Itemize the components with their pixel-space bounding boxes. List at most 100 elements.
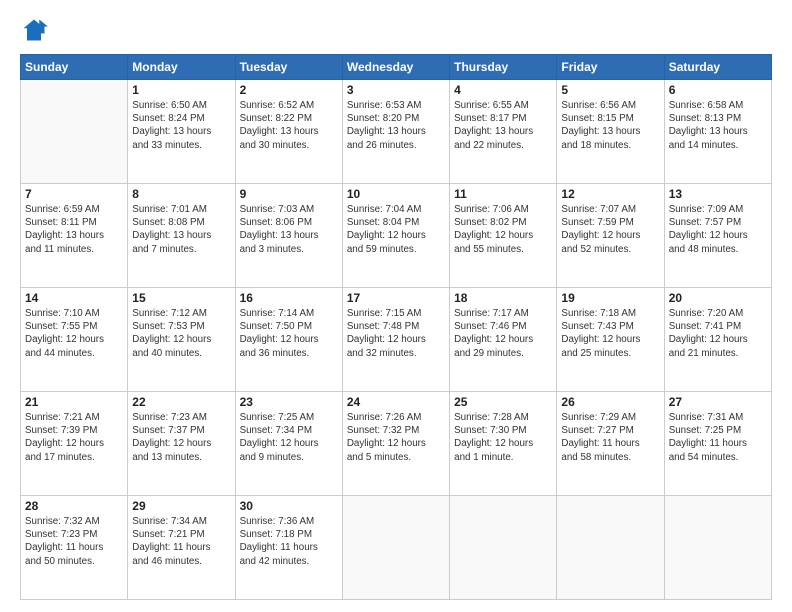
day-header-saturday: Saturday: [664, 55, 771, 80]
day-info: Sunrise: 7:01 AMSunset: 8:08 PMDaylight:…: [132, 203, 230, 256]
calendar-week-row: 21Sunrise: 7:21 AMSunset: 7:39 PMDayligh…: [21, 392, 772, 496]
day-info: Sunrise: 7:18 AMSunset: 7:43 PMDaylight:…: [561, 307, 659, 360]
day-number: 11: [454, 187, 552, 201]
calendar-cell: 16 Sunrise: 7:14 AMSunset: 7:50 PMDayligh…: [235, 288, 342, 392]
day-number: 16: [240, 291, 338, 305]
day-number: 5: [561, 83, 659, 97]
calendar-cell: 23 Sunrise: 7:25 AMSunset: 7:34 PMDayligh…: [235, 392, 342, 496]
day-number: 12: [561, 187, 659, 201]
calendar-cell: 27Sunrise: 7:31 AMSunset: 7:25 PMDayligh…: [664, 392, 771, 496]
day-info: Sunrise: 7:34 AMSunset: 7:21 PMDaylight:…: [132, 515, 230, 568]
day-number: 9: [240, 187, 338, 201]
day-number: 27: [669, 395, 767, 409]
day-info: Sunrise: 6:50 AMSunset: 8:24 PMDaylight:…: [132, 99, 230, 152]
day-number: 23: [240, 395, 338, 409]
day-info: Sunrise: 7:17 AMSunset: 7:46 PMDaylight:…: [454, 307, 552, 360]
calendar-cell: 30Sunrise: 7:36 AMSunset: 7:18 PMDayligh…: [235, 496, 342, 600]
calendar-table: SundayMondayTuesdayWednesdayThursdayFrid…: [20, 54, 772, 600]
day-number: 24: [347, 395, 445, 409]
calendar-cell: 19 Sunrise: 7:18 AMSunset: 7:43 PMDayligh…: [557, 288, 664, 392]
day-number: 14: [25, 291, 123, 305]
calendar-cell: 20 Sunrise: 7:20 AMSunset: 7:41 PMDayligh…: [664, 288, 771, 392]
calendar-cell: 11 Sunrise: 7:06 AMSunset: 8:02 PMDayligh…: [450, 184, 557, 288]
day-number: 21: [25, 395, 123, 409]
day-header-thursday: Thursday: [450, 55, 557, 80]
day-number: 28: [25, 499, 123, 513]
day-info: Sunrise: 6:53 AMSunset: 8:20 PMDaylight:…: [347, 99, 445, 152]
calendar-cell: 26 Sunrise: 7:29 AMSunset: 7:27 PMDayligh…: [557, 392, 664, 496]
day-number: 22: [132, 395, 230, 409]
calendar-cell: 14 Sunrise: 7:10 AMSunset: 7:55 PMDayligh…: [21, 288, 128, 392]
day-number: 25: [454, 395, 552, 409]
day-number: 2: [240, 83, 338, 97]
day-info: Sunrise: 7:29 AMSunset: 7:27 PMDaylight:…: [561, 411, 659, 464]
day-number: 10: [347, 187, 445, 201]
day-info: Sunrise: 6:56 AMSunset: 8:15 PMDaylight:…: [561, 99, 659, 152]
day-number: 3: [347, 83, 445, 97]
day-header-sunday: Sunday: [21, 55, 128, 80]
day-number: 8: [132, 187, 230, 201]
calendar-cell: 15Sunrise: 7:12 AMSunset: 7:53 PMDayligh…: [128, 288, 235, 392]
day-info: Sunrise: 7:14 AMSunset: 7:50 PMDaylight:…: [240, 307, 338, 360]
day-number: 19: [561, 291, 659, 305]
calendar-week-row: 1 Sunrise: 6:50 AMSunset: 8:24 PMDaylight…: [21, 80, 772, 184]
day-number: 13: [669, 187, 767, 201]
day-info: Sunrise: 7:23 AMSunset: 7:37 PMDaylight:…: [132, 411, 230, 464]
calendar-cell: 4 Sunrise: 6:55 AMSunset: 8:17 PMDaylight…: [450, 80, 557, 184]
calendar-cell: 13 Sunrise: 7:09 AMSunset: 7:57 PMDayligh…: [664, 184, 771, 288]
day-header-monday: Monday: [128, 55, 235, 80]
calendar-cell: 9 Sunrise: 7:03 AMSunset: 8:06 PMDaylight…: [235, 184, 342, 288]
calendar-cell: 10 Sunrise: 7:04 AMSunset: 8:04 PMDayligh…: [342, 184, 449, 288]
calendar-cell: 2Sunrise: 6:52 AMSunset: 8:22 PMDaylight…: [235, 80, 342, 184]
day-number: 4: [454, 83, 552, 97]
calendar-cell: 24 Sunrise: 7:26 AMSunset: 7:32 PMDayligh…: [342, 392, 449, 496]
calendar-cell: 28 Sunrise: 7:32 AMSunset: 7:23 PMDayligh…: [21, 496, 128, 600]
day-info: Sunrise: 7:28 AMSunset: 7:30 PMDaylight:…: [454, 411, 552, 464]
calendar-cell: 5 Sunrise: 6:56 AMSunset: 8:15 PMDaylight…: [557, 80, 664, 184]
day-number: 18: [454, 291, 552, 305]
day-info: Sunrise: 7:03 AMSunset: 8:06 PMDaylight:…: [240, 203, 338, 256]
calendar-cell: [21, 80, 128, 184]
day-info: Sunrise: 6:59 AMSunset: 8:11 PMDaylight:…: [25, 203, 123, 256]
day-info: Sunrise: 7:06 AMSunset: 8:02 PMDaylight:…: [454, 203, 552, 256]
calendar-cell: [557, 496, 664, 600]
calendar-cell: 21Sunrise: 7:21 AMSunset: 7:39 PMDayligh…: [21, 392, 128, 496]
day-number: 6: [669, 83, 767, 97]
day-info: Sunrise: 7:09 AMSunset: 7:57 PMDaylight:…: [669, 203, 767, 256]
calendar-cell: 29Sunrise: 7:34 AMSunset: 7:21 PMDayligh…: [128, 496, 235, 600]
calendar-cell: 6 Sunrise: 6:58 AMSunset: 8:13 PMDaylight…: [664, 80, 771, 184]
day-number: 26: [561, 395, 659, 409]
calendar-cell: [664, 496, 771, 600]
day-info: Sunrise: 7:10 AMSunset: 7:55 PMDaylight:…: [25, 307, 123, 360]
calendar-cell: 1 Sunrise: 6:50 AMSunset: 8:24 PMDaylight…: [128, 80, 235, 184]
day-header-wednesday: Wednesday: [342, 55, 449, 80]
day-info: Sunrise: 7:36 AMSunset: 7:18 PMDaylight:…: [240, 515, 338, 568]
day-header-tuesday: Tuesday: [235, 55, 342, 80]
calendar-cell: 17Sunrise: 7:15 AMSunset: 7:48 PMDayligh…: [342, 288, 449, 392]
calendar-cell: 18 Sunrise: 7:17 AMSunset: 7:46 PMDayligh…: [450, 288, 557, 392]
day-number: 20: [669, 291, 767, 305]
day-info: Sunrise: 7:20 AMSunset: 7:41 PMDaylight:…: [669, 307, 767, 360]
calendar-cell: 12 Sunrise: 7:07 AMSunset: 7:59 PMDayligh…: [557, 184, 664, 288]
calendar-cell: [342, 496, 449, 600]
day-info: Sunrise: 6:58 AMSunset: 8:13 PMDaylight:…: [669, 99, 767, 152]
calendar-week-row: 7 Sunrise: 6:59 AMSunset: 8:11 PMDaylight…: [21, 184, 772, 288]
calendar-cell: 8 Sunrise: 7:01 AMSunset: 8:08 PMDaylight…: [128, 184, 235, 288]
calendar-cell: 25 Sunrise: 7:28 AMSunset: 7:30 PMDayligh…: [450, 392, 557, 496]
day-info: Sunrise: 7:07 AMSunset: 7:59 PMDaylight:…: [561, 203, 659, 256]
calendar-cell: [450, 496, 557, 600]
day-info: Sunrise: 7:26 AMSunset: 7:32 PMDaylight:…: [347, 411, 445, 464]
day-number: 1: [132, 83, 230, 97]
page-header: [20, 16, 772, 44]
day-info: Sunrise: 6:55 AMSunset: 8:17 PMDaylight:…: [454, 99, 552, 152]
day-info: Sunrise: 7:25 AMSunset: 7:34 PMDaylight:…: [240, 411, 338, 464]
calendar-header-row: SundayMondayTuesdayWednesdayThursdayFrid…: [21, 55, 772, 80]
day-number: 7: [25, 187, 123, 201]
day-header-friday: Friday: [557, 55, 664, 80]
calendar-week-row: 14 Sunrise: 7:10 AMSunset: 7:55 PMDayligh…: [21, 288, 772, 392]
day-info: Sunrise: 7:04 AMSunset: 8:04 PMDaylight:…: [347, 203, 445, 256]
day-info: Sunrise: 7:15 AMSunset: 7:48 PMDaylight:…: [347, 307, 445, 360]
day-info: Sunrise: 7:32 AMSunset: 7:23 PMDaylight:…: [25, 515, 123, 568]
day-info: Sunrise: 7:12 AMSunset: 7:53 PMDaylight:…: [132, 307, 230, 360]
calendar-week-row: 28 Sunrise: 7:32 AMSunset: 7:23 PMDayligh…: [21, 496, 772, 600]
